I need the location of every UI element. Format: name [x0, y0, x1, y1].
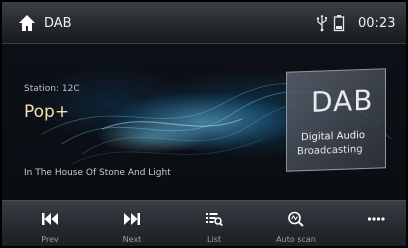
- list-label: List: [207, 235, 221, 244]
- auto-scan-icon: [288, 211, 304, 227]
- next-label: Next: [122, 235, 142, 244]
- station-name: Pop+: [24, 102, 70, 122]
- home-icon[interactable]: [18, 14, 36, 32]
- auto-scan-label: Auto scan: [276, 235, 316, 244]
- skip-previous-icon: [42, 213, 58, 225]
- control-bar: Prev Next List Auto scan: [2, 200, 406, 246]
- list-button[interactable]: List: [184, 201, 244, 246]
- dab-logo: DAB Digital Audio Broadcasting: [286, 68, 386, 172]
- status-bar: DAB 00:23: [2, 2, 406, 44]
- station-label: Station: 12C: [24, 84, 80, 94]
- prev-label: Prev: [41, 235, 59, 244]
- source-title: DAB: [44, 16, 72, 31]
- more-button[interactable]: [346, 201, 406, 246]
- prev-button[interactable]: Prev: [20, 201, 80, 246]
- clock: 00:23: [358, 16, 396, 31]
- dab-logo-text: DAB: [311, 83, 374, 119]
- skip-next-icon: [124, 213, 140, 225]
- dab-logo-line2: Broadcasting: [297, 144, 363, 158]
- now-playing-panel: Station: 12C Pop+ In The House Of Stone …: [2, 44, 406, 200]
- battery-icon: [333, 15, 345, 32]
- list-search-icon: [206, 213, 223, 227]
- dab-logo-line1: Digital Audio: [301, 129, 366, 144]
- dab-radio-screen: DAB 00:23 Station: 12C Pop+ In The House…: [0, 0, 408, 248]
- song-title: In The House Of Stone And Light: [24, 168, 171, 178]
- usb-icon: [316, 15, 327, 32]
- more-icon: [367, 217, 385, 221]
- next-button[interactable]: Next: [102, 201, 162, 246]
- auto-scan-button[interactable]: Auto scan: [266, 201, 326, 246]
